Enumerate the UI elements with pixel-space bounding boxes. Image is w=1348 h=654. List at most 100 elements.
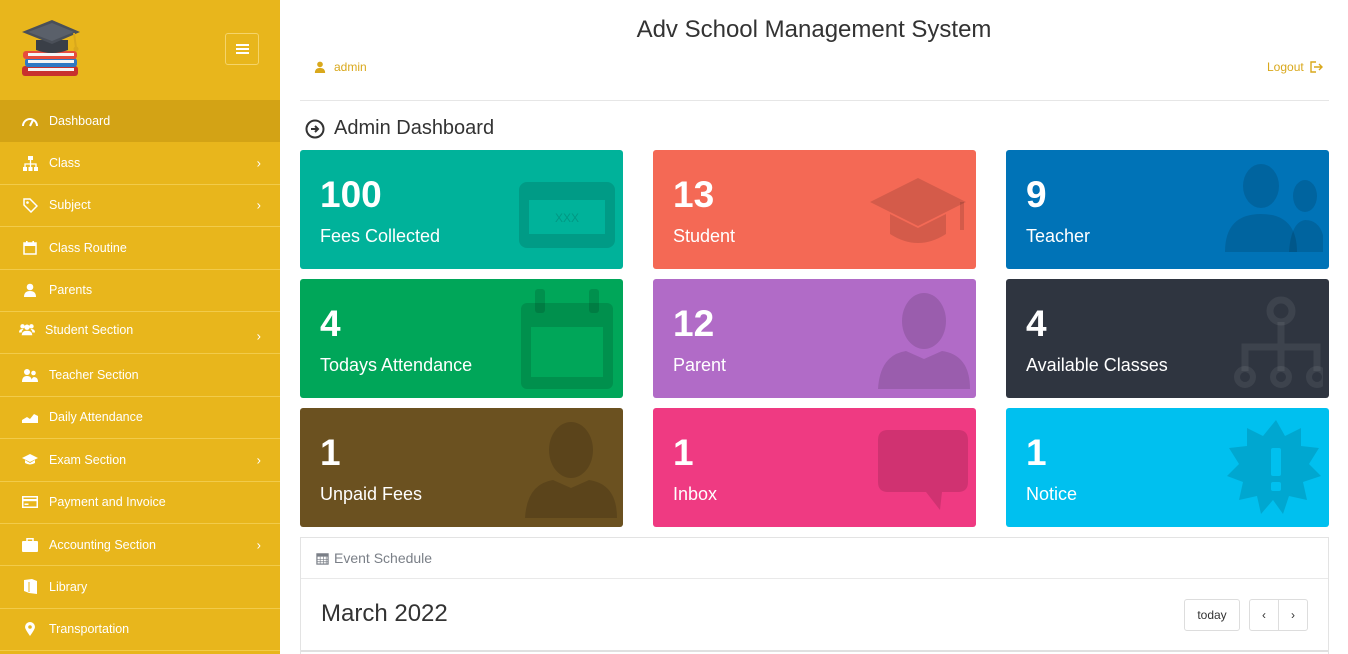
card-label: Parent xyxy=(673,355,727,375)
card-value: 13 xyxy=(673,174,715,215)
sidebar-item-label: Class xyxy=(49,156,81,171)
header-divider xyxy=(300,100,1329,101)
user-icon xyxy=(878,293,970,389)
graduation-cap-icon xyxy=(22,452,38,468)
tag-icon xyxy=(22,197,38,213)
users-icon xyxy=(1225,164,1323,252)
card-notice[interactable]: 1 Notice xyxy=(1006,408,1329,527)
today-button[interactable]: today xyxy=(1184,599,1240,631)
sitemap-icon xyxy=(22,155,38,171)
calendar-icon xyxy=(521,289,613,389)
card-todays-attendance[interactable]: 4 Todays Attendance xyxy=(300,279,623,398)
sidebar-item-exam-section[interactable]: Exam Section › xyxy=(0,439,280,482)
prev-month-button[interactable]: ‹ xyxy=(1249,599,1279,631)
comment-icon xyxy=(878,430,968,510)
sidebar-item-label: Subject xyxy=(49,198,91,213)
card-value: 100 xyxy=(320,174,382,215)
school-logo xyxy=(20,16,82,80)
user-group-icon xyxy=(22,367,38,383)
user-icon xyxy=(22,282,38,298)
sidebar-item-label: Parents xyxy=(49,283,93,298)
card-value: 1 xyxy=(673,432,694,473)
card-teacher[interactable]: 9 Teacher xyxy=(1006,150,1329,269)
sidebar-item-label: Student Section xyxy=(45,322,134,337)
book-icon xyxy=(22,579,38,595)
menu-toggle-button[interactable] xyxy=(225,33,259,65)
sidebar-item-student-section[interactable]: Student Section › xyxy=(0,312,280,355)
sidebar-item-accounting-section[interactable]: Accounting Section › xyxy=(0,524,280,567)
page-title: Admin Dashboard xyxy=(305,117,494,140)
calendar-icon xyxy=(316,552,329,565)
sidebar-item-daily-attendance[interactable]: Daily Attendance xyxy=(0,397,280,440)
sidebar-item-label: Accounting Section xyxy=(49,537,157,552)
card-value: 4 xyxy=(1026,303,1047,344)
card-value: 1 xyxy=(1026,432,1047,473)
card-label: Unpaid Fees xyxy=(320,484,423,504)
card-label: Todays Attendance xyxy=(320,355,473,375)
calendar-grid-top xyxy=(301,650,1328,652)
card-label: Fees Collected xyxy=(320,226,441,246)
calendar-icon xyxy=(22,240,38,256)
sidebar-item-label: Class Routine xyxy=(49,240,127,255)
sidebar-item-label: Teacher Section xyxy=(49,368,139,383)
card-inbox[interactable]: 1 Inbox xyxy=(653,408,976,527)
sidebar-item-dashboard[interactable]: Dashboard xyxy=(0,100,280,143)
chevron-right-icon: › xyxy=(256,537,261,553)
sidebar-item-label: Daily Attendance xyxy=(49,410,143,425)
sidebar-item-transportation[interactable]: Transportation xyxy=(0,609,280,652)
chevron-right-icon: › xyxy=(256,452,261,468)
card-fees-collected[interactable]: 100 Fees Collected XXX xyxy=(300,150,623,269)
svg-text:XXX: XXX xyxy=(555,211,579,225)
map-marker-icon xyxy=(22,621,38,637)
graduation-cap-icon xyxy=(870,178,966,243)
sidebar-nav: Dashboard Class › Subject › Class Routin… xyxy=(0,100,280,652)
user-icon xyxy=(314,61,326,73)
page-title-text: Admin Dashboard xyxy=(334,117,495,139)
sidebar-item-subject[interactable]: Subject › xyxy=(0,185,280,228)
card-available-classes[interactable]: 4 Available Classes xyxy=(1006,279,1329,398)
sidebar-item-label: Transportation xyxy=(49,622,130,637)
card-value: 12 xyxy=(673,303,715,344)
sidebar-item-class[interactable]: Class › xyxy=(0,142,280,185)
sidebar-item-teacher-section[interactable]: Teacher Section xyxy=(0,354,280,397)
credit-card-icon xyxy=(22,494,38,510)
card-label: Available Classes xyxy=(1026,355,1168,375)
sidebar-item-label: Payment and Invoice xyxy=(49,495,166,510)
area-chart-icon xyxy=(22,409,38,425)
app-root: Dashboard Class › Subject › Class Routin… xyxy=(0,0,1348,654)
sign-out-icon xyxy=(1310,61,1323,73)
card-value: 9 xyxy=(1026,174,1047,215)
card-parent[interactable]: 12 Parent xyxy=(653,279,976,398)
money-card-icon: XXX xyxy=(519,182,615,248)
hamburger-icon xyxy=(236,44,249,46)
dashboard-gauge-icon xyxy=(22,113,38,129)
briefcase-icon xyxy=(22,537,38,553)
users-icon xyxy=(19,321,35,337)
sitemap-icon xyxy=(1234,296,1323,388)
user-icon xyxy=(525,422,617,518)
card-value: 4 xyxy=(320,303,341,344)
sidebar-item-parents[interactable]: Parents xyxy=(0,270,280,312)
username-label: admin xyxy=(334,60,367,74)
arrow-circle-right-icon xyxy=(305,119,325,138)
event-schedule-title: Event Schedule xyxy=(334,550,433,566)
sidebar-item-library[interactable]: Library xyxy=(0,566,280,609)
logout-label: Logout xyxy=(1267,60,1304,74)
sidebar-item-payment-and-invoice[interactable]: Payment and Invoice xyxy=(0,482,280,524)
user-menu-link[interactable]: admin xyxy=(314,60,367,74)
next-month-button[interactable]: › xyxy=(1278,599,1308,631)
sidebar-item-label: Dashboard xyxy=(49,113,111,128)
chevron-right-icon: › xyxy=(256,155,261,171)
event-schedule-panel: Event Schedule March 2022 today ‹ › xyxy=(300,537,1329,654)
logout-link[interactable]: Logout xyxy=(1267,60,1323,74)
chevron-right-icon: › xyxy=(256,328,261,344)
card-label: Student xyxy=(673,226,736,246)
card-label: Inbox xyxy=(673,484,718,504)
card-unpaid-fees[interactable]: 1 Unpaid Fees xyxy=(300,408,623,527)
sidebar: Dashboard Class › Subject › Class Routin… xyxy=(0,0,280,654)
card-value: 1 xyxy=(320,432,341,473)
card-student[interactable]: 13 Student xyxy=(653,150,976,269)
event-schedule-header: Event Schedule xyxy=(301,538,1328,579)
calendar-month-title: March 2022 xyxy=(321,600,448,627)
sidebar-item-class-routine[interactable]: Class Routine xyxy=(0,227,280,270)
